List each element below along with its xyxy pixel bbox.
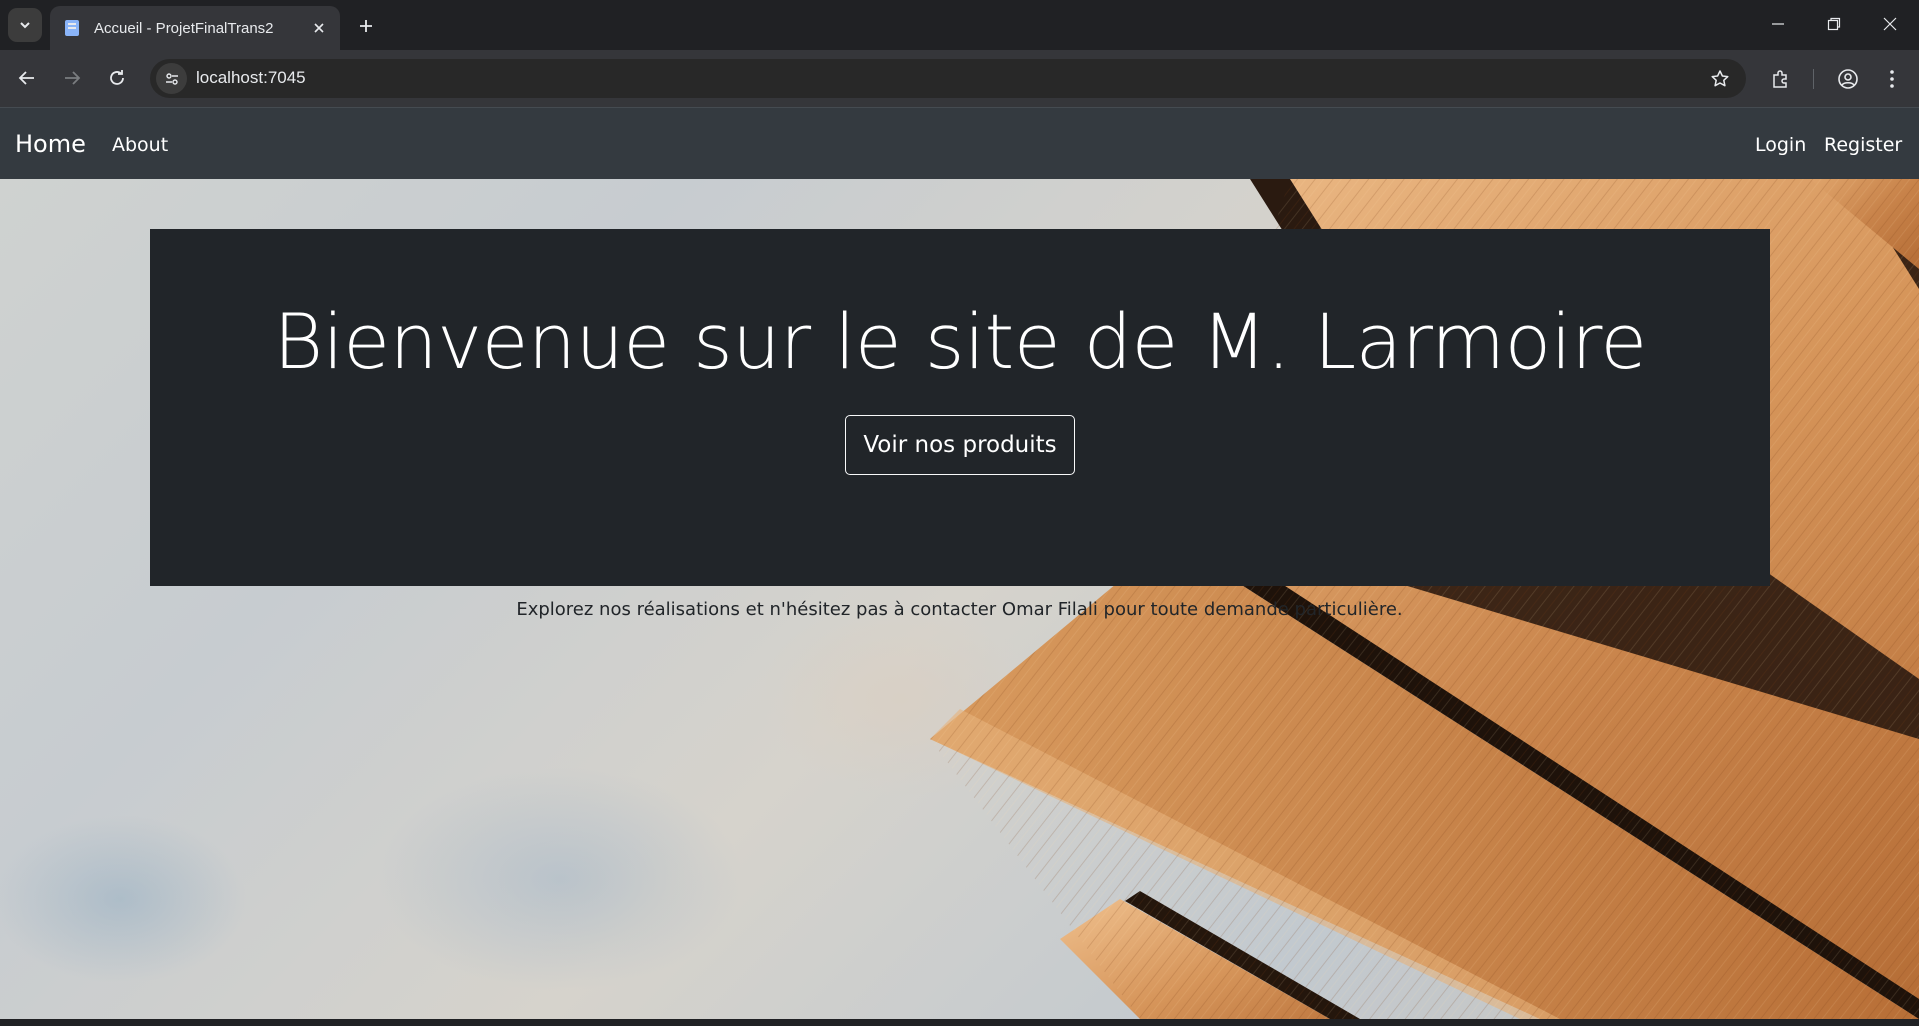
site-info-icon: [165, 72, 178, 85]
bookmark-button[interactable]: [1708, 67, 1732, 91]
extensions-button[interactable]: [1766, 64, 1796, 94]
extensions-icon: [1773, 70, 1787, 88]
browser-toolbar: localhost:7045: [0, 50, 1919, 107]
menu-icon: [1890, 70, 1894, 88]
login-link[interactable]: Login: [1755, 134, 1806, 156]
hero-lead-text: Explorez nos réalisations et n'hésitez p…: [516, 599, 1403, 620]
site-info-button[interactable]: [156, 63, 187, 94]
chevron-down-icon: [20, 22, 30, 29]
window-bottom-edge: [0, 1019, 1919, 1026]
page-viewport: Home About Login Register Bienvenue sur …: [0, 107, 1919, 1019]
hero-jumbotron: Bienvenue sur le site de M. Larmoire Voi…: [150, 229, 1770, 586]
view-products-button[interactable]: Voir nos produits: [845, 415, 1075, 475]
register-link[interactable]: Register: [1824, 134, 1902, 156]
forward-icon: [65, 71, 81, 85]
close-window-icon: [1883, 17, 1897, 31]
url-text[interactable]: localhost:7045: [196, 68, 306, 88]
profile-icon: [1838, 69, 1858, 89]
profile-button[interactable]: [1833, 64, 1863, 94]
close-icon: [314, 23, 324, 33]
favicon-icon: [65, 20, 79, 36]
toolbar-divider: [1813, 69, 1814, 89]
restore-button[interactable]: [1806, 0, 1862, 48]
browser-menu-button[interactable]: [1877, 64, 1907, 94]
close-window-button[interactable]: [1862, 0, 1918, 48]
minimize-icon: [1772, 23, 1784, 25]
forward-button[interactable]: [55, 61, 89, 95]
site-navbar: Home About Login Register: [0, 107, 1919, 179]
reload-button[interactable]: [100, 61, 134, 95]
hero-background-image: Bienvenue sur le site de M. Larmoire Voi…: [0, 179, 1919, 1019]
minimize-button[interactable]: [1750, 0, 1806, 48]
reload-icon: [110, 70, 124, 85]
restore-icon: [1827, 17, 1841, 31]
hero-title: Bienvenue sur le site de M. Larmoire: [273, 297, 1647, 386]
browser-tab[interactable]: Accueil - ProjetFinalTrans2: [50, 6, 340, 50]
new-tab-button[interactable]: [352, 12, 380, 40]
plus-icon: [360, 20, 372, 32]
close-tab-button[interactable]: [308, 17, 330, 39]
back-button[interactable]: [10, 61, 44, 95]
browser-tabstrip: Accueil - ProjetFinalTrans2: [0, 0, 1919, 50]
tab-title: Accueil - ProjetFinalTrans2: [94, 19, 274, 37]
star-icon: [1711, 70, 1729, 87]
tab-search-button[interactable]: [8, 8, 42, 42]
brand-home-link[interactable]: Home: [15, 130, 86, 158]
about-link[interactable]: About: [112, 134, 168, 156]
address-bar[interactable]: localhost:7045: [150, 59, 1746, 98]
back-icon: [18, 71, 34, 85]
